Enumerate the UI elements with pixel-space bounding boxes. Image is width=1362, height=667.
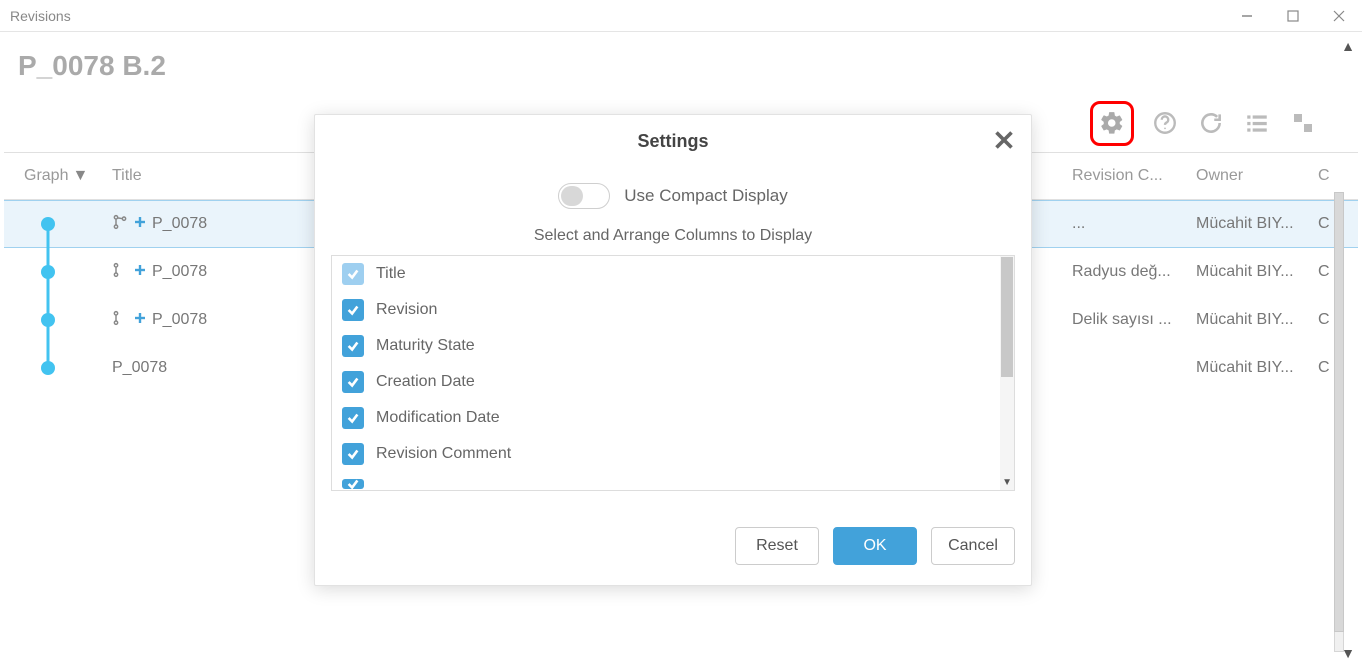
checkbox-icon[interactable] [342, 407, 364, 429]
toggle-knob [561, 186, 583, 206]
page-title: P_0078 B.2 [4, 32, 1358, 94]
settings-button-highlight [1090, 101, 1134, 146]
arrange-columns-label: Select and Arrange Columns to Display [331, 227, 1015, 255]
column-option-label: Revision [376, 301, 437, 319]
compact-display-toggle[interactable] [558, 183, 610, 209]
checkbox-icon[interactable] [342, 299, 364, 321]
refresh-icon[interactable] [1196, 108, 1226, 138]
row-title: P_0078 [152, 263, 207, 281]
scroll-up-arrow-icon[interactable]: ▲ [1340, 38, 1356, 54]
list-icon[interactable] [1242, 108, 1272, 138]
sort-desc-icon[interactable]: ▼ [72, 167, 88, 185]
window-minimize-button[interactable] [1224, 1, 1270, 31]
column-last-label[interactable]: C [1318, 167, 1358, 185]
reset-button[interactable]: Reset [735, 527, 819, 565]
checkbox-icon[interactable] [342, 335, 364, 357]
scroll-down-icon[interactable]: ▼ [1002, 477, 1012, 488]
checkbox-icon[interactable] [342, 263, 364, 285]
column-option-label: Modification Date [376, 409, 500, 427]
window-maximize-button[interactable] [1270, 1, 1316, 31]
modal-title: Settings [637, 131, 708, 152]
column-option[interactable] [332, 472, 1014, 489]
row-revision-comment: ... [1072, 215, 1196, 233]
scrollbar-thumb[interactable] [1334, 192, 1344, 632]
vertical-scrollbar[interactable] [1334, 192, 1344, 652]
cancel-button[interactable]: Cancel [931, 527, 1015, 565]
row-owner: Mücahit BIY... [1196, 215, 1318, 233]
branch-icon [112, 214, 128, 235]
column-option[interactable]: Revision [332, 292, 1014, 328]
column-option[interactable]: Maturity State [332, 328, 1014, 364]
column-list-scrollbar[interactable]: ▼ [1000, 256, 1014, 490]
gear-icon[interactable] [1097, 108, 1127, 138]
column-revision-comment-label[interactable]: Revision C... [1072, 167, 1196, 185]
column-option-label: Maturity State [376, 337, 475, 355]
checkbox-icon[interactable] [342, 371, 364, 393]
row-owner: Mücahit BIY... [1196, 311, 1318, 329]
window-titlebar: Revisions [0, 0, 1362, 32]
column-option-label: Revision Comment [376, 445, 511, 463]
plus-icon [134, 215, 146, 233]
row-title: P_0078 [152, 215, 207, 233]
settings-modal: Settings Use Compact Display Select and … [314, 114, 1032, 586]
close-icon[interactable] [991, 127, 1017, 153]
row-revision-comment: Radyus değ... [1072, 263, 1196, 281]
row-owner: Mücahit BIY... [1196, 263, 1318, 281]
row-revision-comment: Delik sayısı ... [1072, 311, 1196, 329]
column-option[interactable]: Revision Comment [332, 436, 1014, 472]
plus-icon [134, 311, 146, 329]
row-title: P_0078 [112, 359, 167, 377]
checkbox-icon[interactable] [342, 479, 364, 489]
compact-display-label: Use Compact Display [624, 186, 787, 206]
row-title: P_0078 [152, 311, 207, 329]
row-owner: Mücahit BIY... [1196, 359, 1318, 377]
expand-icon[interactable] [1288, 108, 1318, 138]
column-option-label: Creation Date [376, 373, 475, 391]
column-owner-label[interactable]: Owner [1196, 167, 1318, 185]
plus-icon [134, 263, 146, 281]
branch-icon [112, 262, 128, 283]
window-title: Revisions [10, 8, 71, 24]
window-close-button[interactable] [1316, 1, 1362, 31]
column-option[interactable]: Creation Date [332, 364, 1014, 400]
branch-icon [112, 310, 128, 331]
checkbox-icon[interactable] [342, 443, 364, 465]
help-icon[interactable] [1150, 108, 1180, 138]
column-option-label: Title [376, 265, 406, 283]
column-list: ▼ Title Revision Maturity State Creation… [331, 255, 1015, 491]
column-option[interactable]: Modification Date [332, 400, 1014, 436]
column-graph-label[interactable]: Graph [24, 167, 68, 185]
scrollbar-thumb[interactable] [1001, 257, 1013, 377]
ok-button[interactable]: OK [833, 527, 917, 565]
column-option[interactable]: Title [332, 256, 1014, 292]
